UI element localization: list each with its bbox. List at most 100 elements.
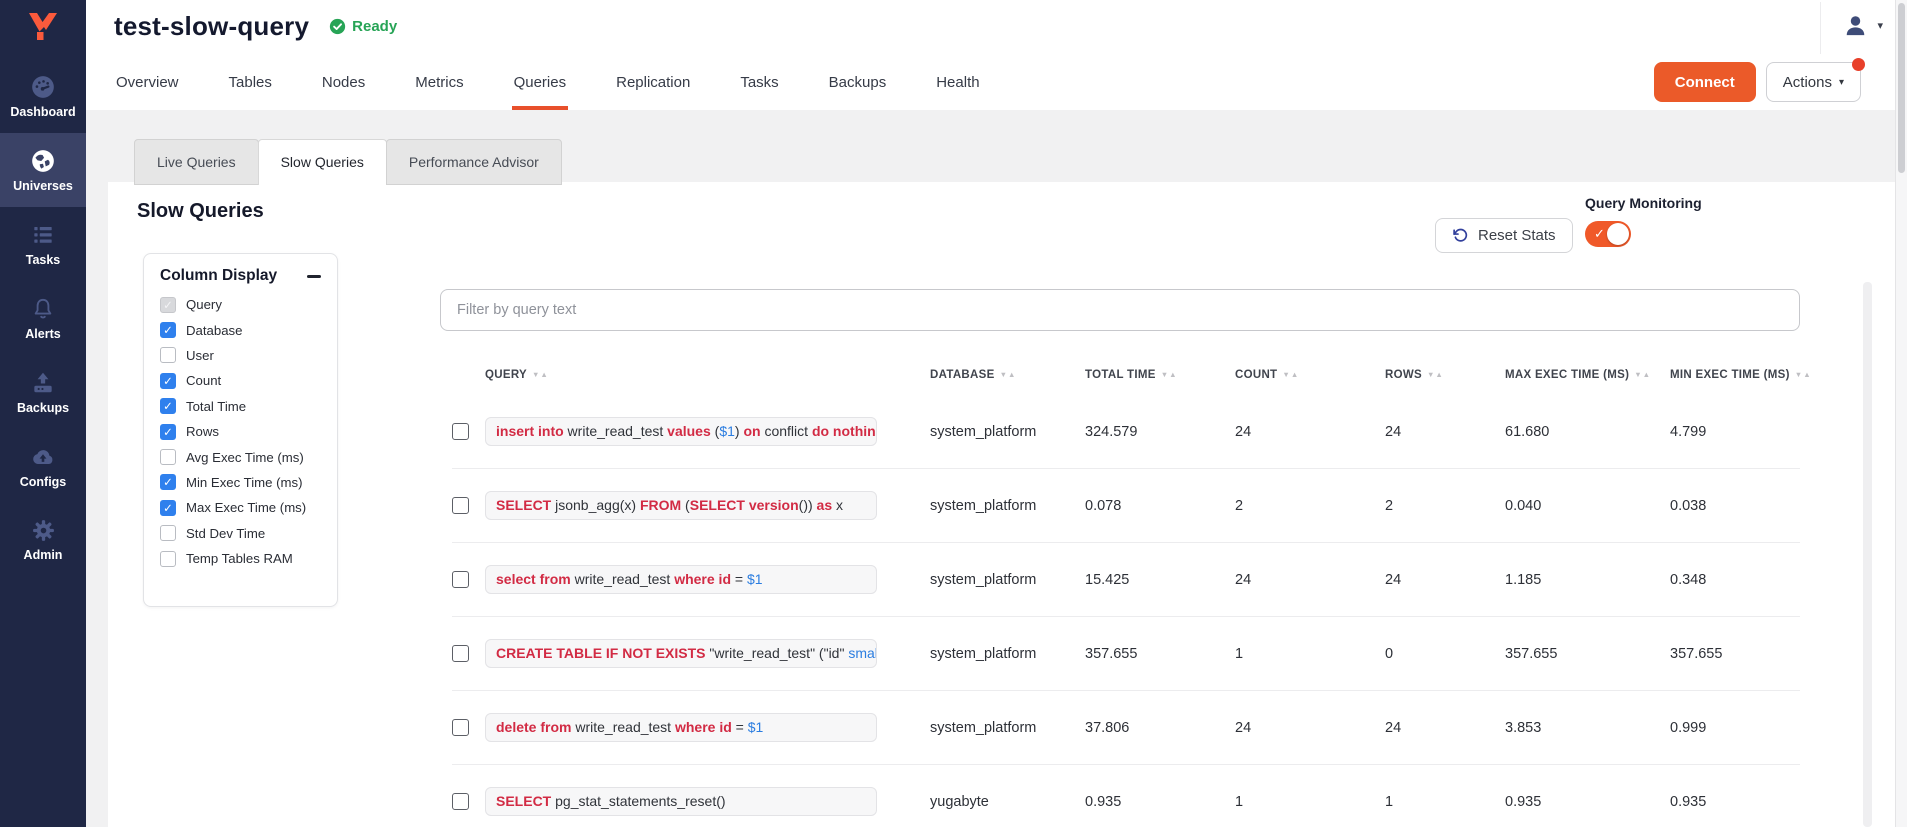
sort-carets-icon[interactable]: ▼▲ bbox=[1795, 370, 1812, 379]
connect-button[interactable]: Connect bbox=[1654, 62, 1756, 102]
checkbox[interactable] bbox=[160, 347, 176, 363]
tab-overview[interactable]: Overview bbox=[114, 74, 181, 110]
column-header-label: QUERY bbox=[485, 369, 527, 381]
cell-total-time: 15.425 bbox=[1085, 572, 1235, 588]
checkbox[interactable] bbox=[160, 551, 176, 567]
column-header-label: MIN EXEC TIME (MS) bbox=[1670, 369, 1790, 381]
table-row[interactable]: SELECT jsonb_agg(x) FROM (SELECT version… bbox=[452, 468, 1800, 542]
actions-button[interactable]: Actions ▾ bbox=[1766, 62, 1861, 102]
table-row[interactable]: delete from write_read_test where id = $… bbox=[452, 690, 1800, 764]
row-checkbox[interactable] bbox=[452, 645, 469, 662]
configs-cloud-icon bbox=[30, 444, 56, 470]
query-text[interactable]: SELECT jsonb_agg(x) FROM (SELECT version… bbox=[485, 491, 877, 520]
sidebar-item-configs[interactable]: Configs bbox=[0, 429, 86, 503]
tab-tasks[interactable]: Tasks bbox=[738, 74, 780, 110]
admin-gear-icon bbox=[31, 518, 56, 543]
sidebar-item-tasks[interactable]: Tasks bbox=[0, 207, 86, 281]
sort-carets-icon[interactable]: ▼▲ bbox=[1634, 370, 1651, 379]
row-checkbox[interactable] bbox=[452, 793, 469, 810]
column-header-max-exec-time-ms-[interactable]: MAX EXEC TIME (MS)▼▲ bbox=[1505, 369, 1670, 381]
user-menu[interactable]: ▾ bbox=[1842, 12, 1883, 39]
cell-rows: 24 bbox=[1385, 720, 1505, 736]
sidebar-item-label: Alerts bbox=[25, 327, 60, 341]
universe-tabs: Overview Tables Nodes Metrics Queries Replica… bbox=[114, 74, 982, 110]
chevron-down-icon: ▾ bbox=[1877, 19, 1883, 32]
reset-stats-button[interactable]: Reset Stats bbox=[1435, 218, 1573, 253]
toggle-check-icon: ✓ bbox=[1594, 226, 1605, 242]
column-option-temp-tables-ram: Temp Tables RAM bbox=[144, 546, 337, 571]
sort-carets-icon[interactable]: ▼▲ bbox=[1161, 370, 1178, 379]
column-header-total-time[interactable]: TOTAL TIME▼▲ bbox=[1085, 369, 1235, 381]
column-header-database[interactable]: DATABASE▼▲ bbox=[930, 369, 1085, 381]
checkbox[interactable] bbox=[160, 525, 176, 541]
table-row[interactable]: insert into write_read_test values ($1) … bbox=[452, 395, 1800, 468]
tab-metrics[interactable]: Metrics bbox=[413, 74, 465, 110]
checkbox[interactable] bbox=[160, 449, 176, 465]
subtab-slow-queries[interactable]: Slow Queries bbox=[258, 139, 387, 185]
tabs-row: Overview Tables Nodes Metrics Queries Replica… bbox=[114, 74, 1907, 110]
sidebar-item-label: Tasks bbox=[26, 253, 61, 267]
tab-tables[interactable]: Tables bbox=[227, 74, 274, 110]
status-badge: Ready bbox=[329, 18, 397, 35]
table-row[interactable]: SELECT pg_stat_statements_reset()yugabyt… bbox=[452, 764, 1800, 827]
checkbox[interactable]: ✓ bbox=[160, 322, 176, 338]
sort-carets-icon[interactable]: ▼▲ bbox=[1427, 370, 1444, 379]
cell-count: 24 bbox=[1235, 572, 1385, 588]
row-checkbox[interactable] bbox=[452, 571, 469, 588]
action-buttons: Connect Actions ▾ bbox=[1654, 62, 1861, 102]
query-monitoring-toggle[interactable]: ✓ bbox=[1585, 221, 1631, 247]
table-scrollbar[interactable] bbox=[1863, 282, 1872, 827]
cell-min-exec-time: 0.348 bbox=[1670, 572, 1800, 588]
query-text[interactable]: CREATE TABLE IF NOT EXISTS "write_read_t… bbox=[485, 639, 877, 668]
subtab-performance-advisor[interactable]: Performance Advisor bbox=[386, 139, 562, 185]
query-text[interactable]: SELECT pg_stat_statements_reset() bbox=[485, 787, 877, 816]
sidebar-item-label: Admin bbox=[24, 548, 63, 562]
tab-health[interactable]: Health bbox=[934, 74, 981, 110]
page-scrollbar[interactable] bbox=[1895, 0, 1907, 827]
column-display-title: Column Display bbox=[160, 267, 277, 285]
tab-queries[interactable]: Queries bbox=[512, 74, 569, 110]
column-option-total-time: ✓Total Time bbox=[144, 394, 337, 419]
query-filter-input[interactable] bbox=[440, 289, 1800, 331]
sort-carets-icon[interactable]: ▼▲ bbox=[1000, 370, 1017, 379]
sidebar-item-admin[interactable]: Admin bbox=[0, 503, 86, 577]
query-text[interactable]: delete from write_read_test where id = $… bbox=[485, 713, 877, 742]
column-header-count[interactable]: COUNT▼▲ bbox=[1235, 369, 1385, 381]
row-checkbox[interactable] bbox=[452, 719, 469, 736]
sort-carets-icon[interactable]: ▼▲ bbox=[1282, 370, 1299, 379]
query-text[interactable]: select from write_read_test where id = $… bbox=[485, 565, 877, 594]
query-monitoring: Query Monitoring ✓ bbox=[1585, 195, 1702, 247]
table-row[interactable]: CREATE TABLE IF NOT EXISTS "write_read_t… bbox=[452, 616, 1800, 690]
content-area: Live QueriesSlow QueriesPerformance Advi… bbox=[86, 110, 1907, 827]
sidebar-item-backups[interactable]: Backups bbox=[0, 355, 86, 429]
slow-queries-table: QUERY▼▲DATABASE▼▲TOTAL TIME▼▲COUNT▼▲ROWS… bbox=[452, 355, 1800, 827]
checkbox[interactable]: ✓ bbox=[160, 424, 176, 440]
tab-nodes[interactable]: Nodes bbox=[320, 74, 367, 110]
checkbox-label: Max Exec Time (ms) bbox=[186, 500, 306, 515]
checkbox[interactable]: ✓ bbox=[160, 474, 176, 490]
table-row[interactable]: select from write_read_test where id = $… bbox=[452, 542, 1800, 616]
status-label: Ready bbox=[352, 18, 397, 35]
page-scrollbar-thumb[interactable] bbox=[1898, 3, 1905, 173]
cell-count: 1 bbox=[1235, 646, 1385, 662]
reset-stats-label: Reset Stats bbox=[1478, 227, 1556, 244]
checkbox[interactable]: ✓ bbox=[160, 373, 176, 389]
sidebar-item-universes[interactable]: Universes bbox=[0, 133, 86, 207]
column-header-rows[interactable]: ROWS▼▲ bbox=[1385, 369, 1505, 381]
collapse-icon[interactable] bbox=[307, 275, 321, 278]
sidebar-item-alerts[interactable]: Alerts bbox=[0, 281, 86, 355]
tab-replication[interactable]: Replication bbox=[614, 74, 692, 110]
yugabyte-logo-icon[interactable] bbox=[22, 7, 64, 51]
column-header-query[interactable]: QUERY ▼▲ bbox=[485, 369, 930, 381]
checkbox[interactable]: ✓ bbox=[160, 500, 176, 516]
query-text[interactable]: insert into write_read_test values ($1) … bbox=[485, 417, 877, 446]
sidebar-item-dashboard[interactable]: Dashboard bbox=[0, 59, 86, 133]
checkbox: ✓ bbox=[160, 297, 176, 313]
subtab-live-queries[interactable]: Live Queries bbox=[134, 139, 259, 185]
checkbox[interactable]: ✓ bbox=[160, 398, 176, 414]
row-checkbox[interactable] bbox=[452, 497, 469, 514]
tab-backups[interactable]: Backups bbox=[827, 74, 889, 110]
sort-carets-icon[interactable]: ▼▲ bbox=[532, 370, 549, 379]
row-checkbox[interactable] bbox=[452, 423, 469, 440]
column-header-min-exec-time-ms-[interactable]: MIN EXEC TIME (MS)▼▲ bbox=[1670, 369, 1800, 381]
